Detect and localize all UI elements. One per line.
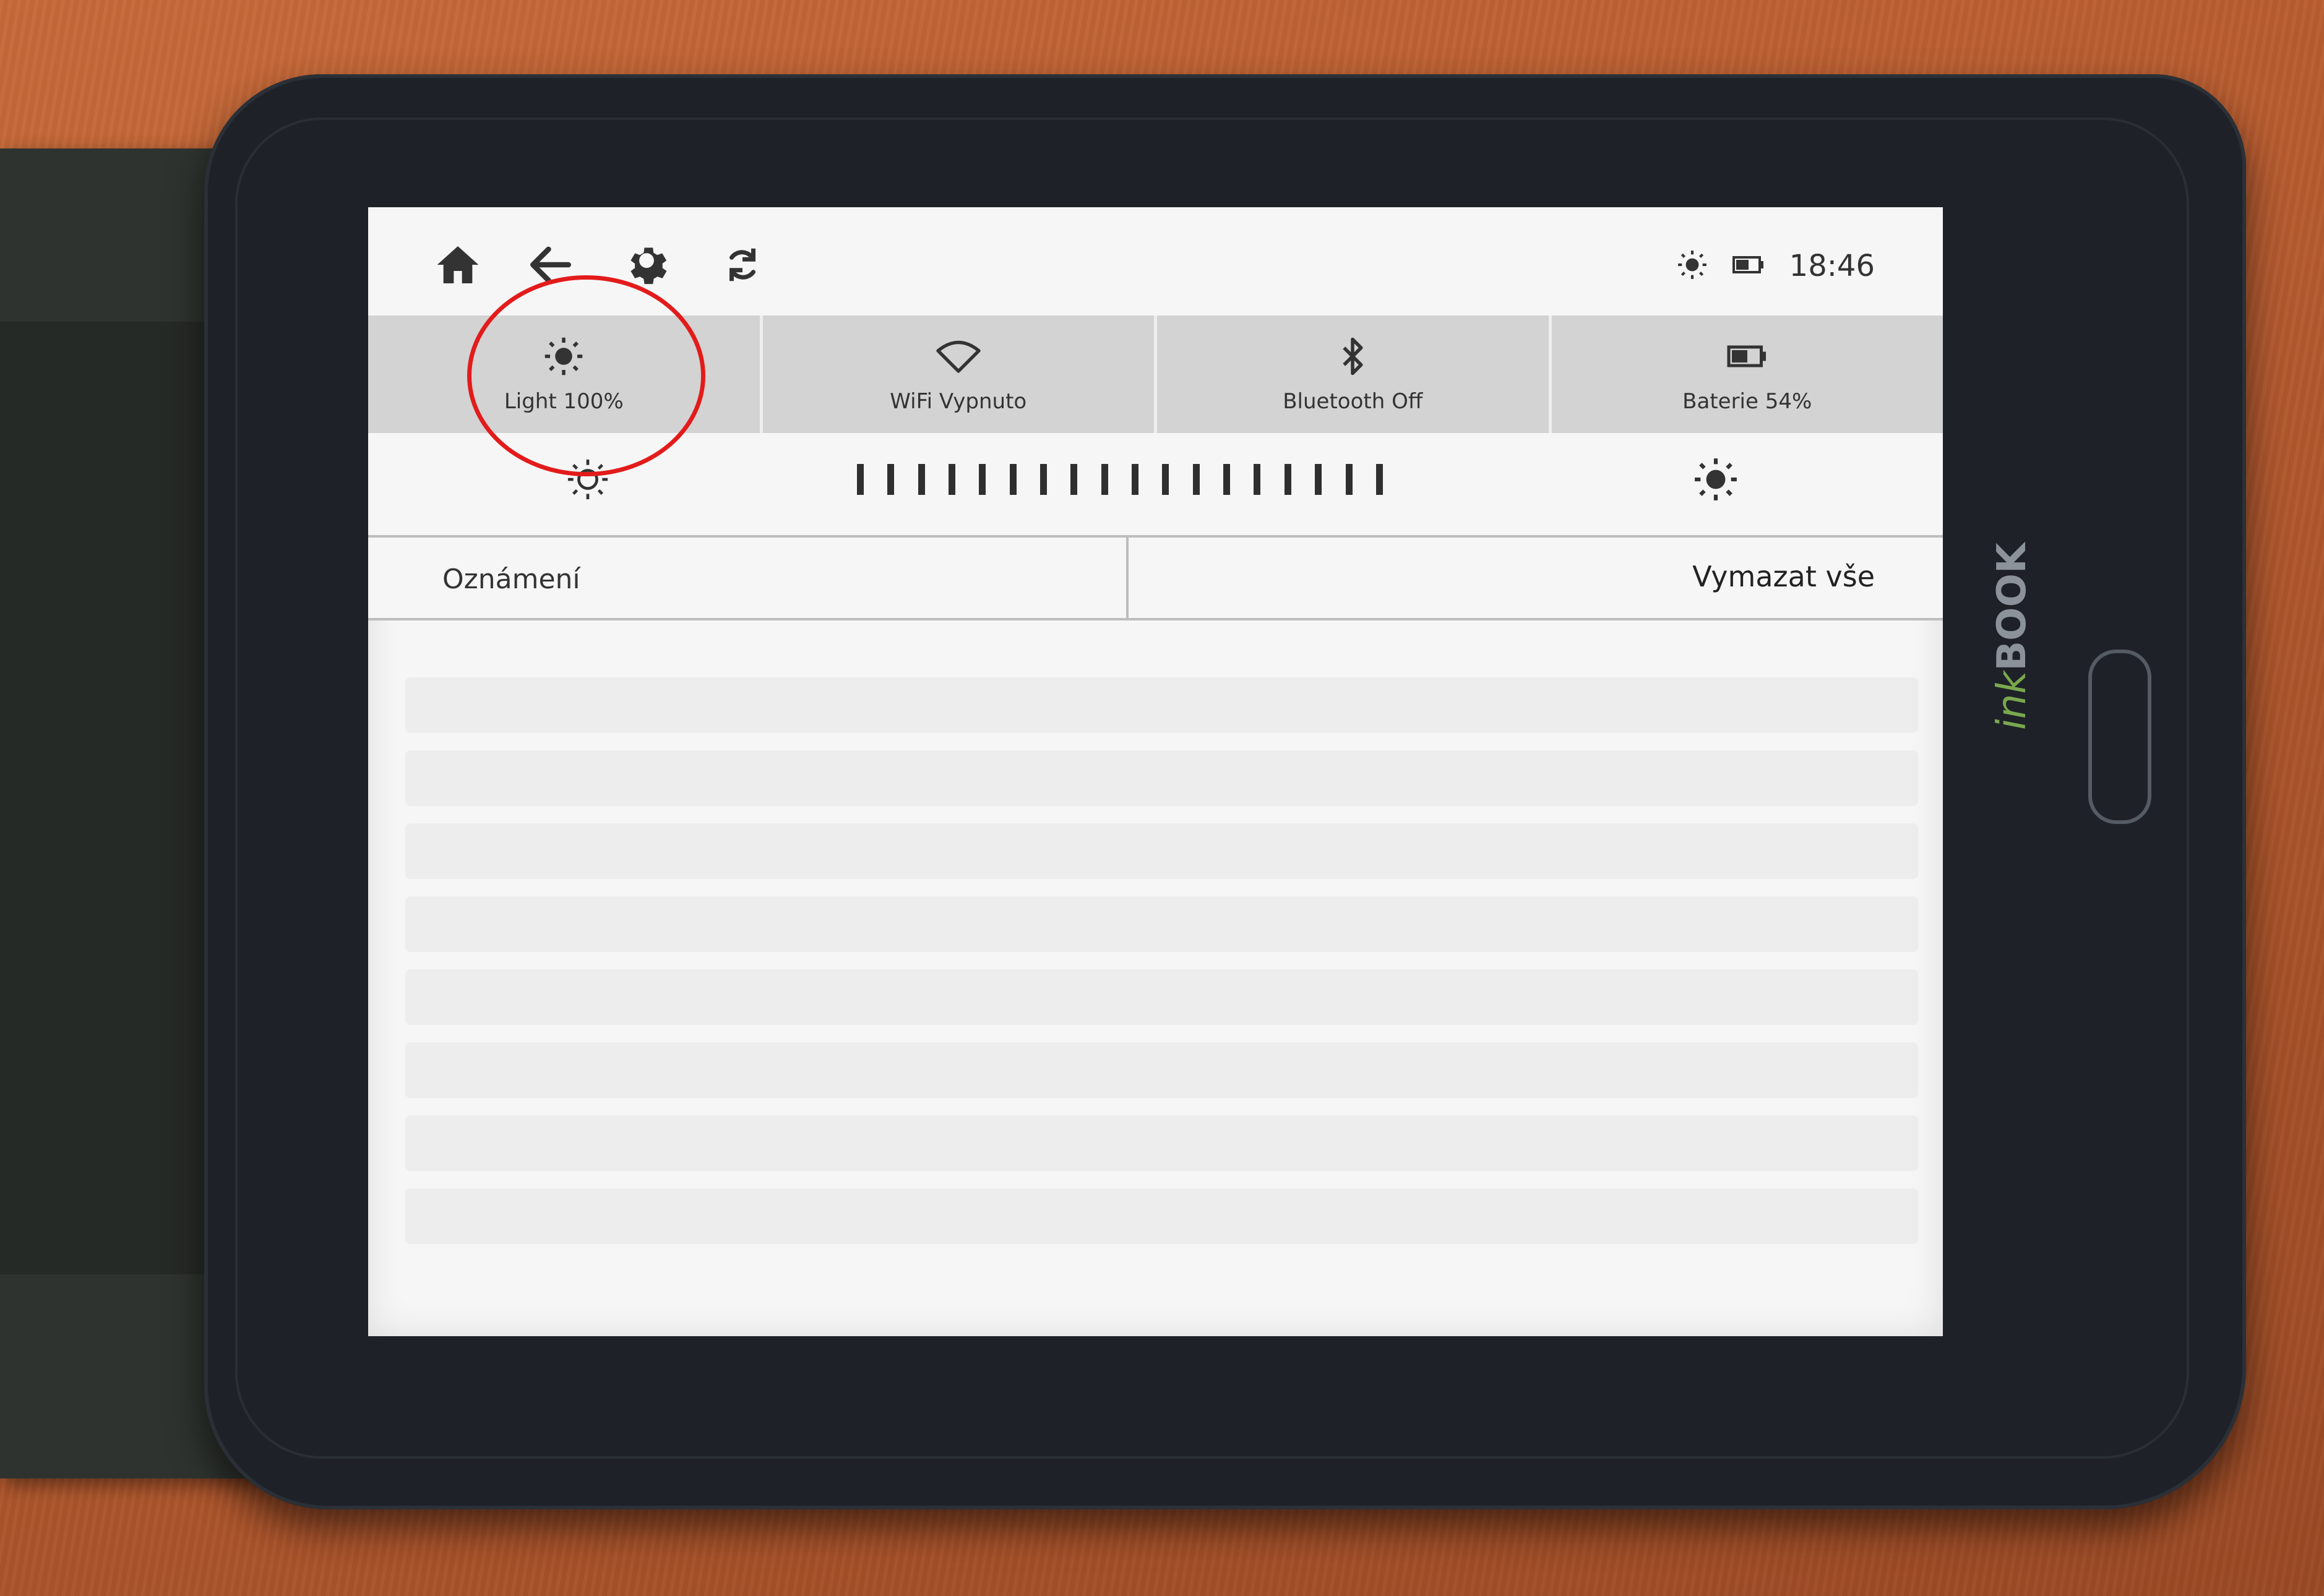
tile-wifi-label: WiFi Vypnuto [890, 389, 1027, 414]
brightness-tick [857, 464, 864, 495]
brand-logo-prefix: ink [1989, 671, 2035, 730]
ghost-line [405, 1115, 1918, 1171]
brand-logo: inkBOOK [1989, 543, 2035, 730]
ghost-line [405, 1188, 1918, 1244]
clock-time: 18:46 [1789, 249, 1875, 283]
ghost-line [405, 896, 1918, 952]
battery-icon [1726, 335, 1769, 378]
clear-all-button[interactable]: Vymazat vše [1692, 560, 1875, 593]
tile-battery[interactable]: Baterie 54% [1552, 315, 1943, 433]
brightness-tick [1132, 464, 1139, 495]
ghost-line [405, 750, 1918, 806]
bluetooth-icon [1339, 335, 1366, 378]
sun-icon [1677, 249, 1708, 283]
brightness-tick [1192, 464, 1200, 495]
background-book-page [405, 677, 1918, 1261]
status-bar: 18:46 [1677, 238, 1875, 294]
notifications-title: Oznámení [442, 564, 580, 595]
brightness-tick [1101, 464, 1108, 495]
ghost-line [405, 969, 1918, 1025]
hardware-home-button[interactable] [2088, 650, 2151, 824]
brightness-tick [1009, 464, 1017, 495]
brightness-tick [1070, 464, 1078, 495]
brightness-tick [1162, 464, 1169, 495]
divider [1126, 538, 1129, 618]
brightness-tick [949, 464, 956, 495]
brightness-tick [1284, 464, 1291, 495]
brightness-tick [918, 464, 925, 495]
highlight-circle-annotation [467, 275, 705, 476]
brightness-tick [1223, 464, 1231, 495]
ghost-line [405, 823, 1918, 879]
brightness-tick [1315, 464, 1322, 495]
brightness-tick [1375, 464, 1383, 495]
ghost-line [405, 677, 1918, 733]
tile-wifi[interactable]: WiFi Vypnuto [763, 315, 1157, 433]
notifications-header: Oznámení Vymazat vše [368, 538, 1943, 620]
home-icon[interactable] [430, 237, 486, 293]
tile-bluetooth-label: Bluetooth Off [1283, 389, 1423, 414]
brightness-tick [979, 464, 986, 495]
sync-icon[interactable] [715, 237, 770, 293]
brand-logo-name: BOOK [1989, 543, 2035, 671]
tile-bluetooth[interactable]: Bluetooth Off [1157, 315, 1552, 433]
sun-icon[interactable] [1693, 457, 1739, 505]
brightness-tick [887, 464, 895, 495]
brightness-tick [1254, 464, 1261, 495]
wifi-icon [936, 335, 981, 378]
tile-battery-label: Baterie 54% [1682, 389, 1812, 414]
brightness-tick [1345, 464, 1353, 495]
brightness-slider[interactable] [857, 464, 1383, 495]
brightness-tick [1040, 464, 1048, 495]
battery-icon [1732, 254, 1765, 278]
ghost-line [405, 1042, 1918, 1098]
